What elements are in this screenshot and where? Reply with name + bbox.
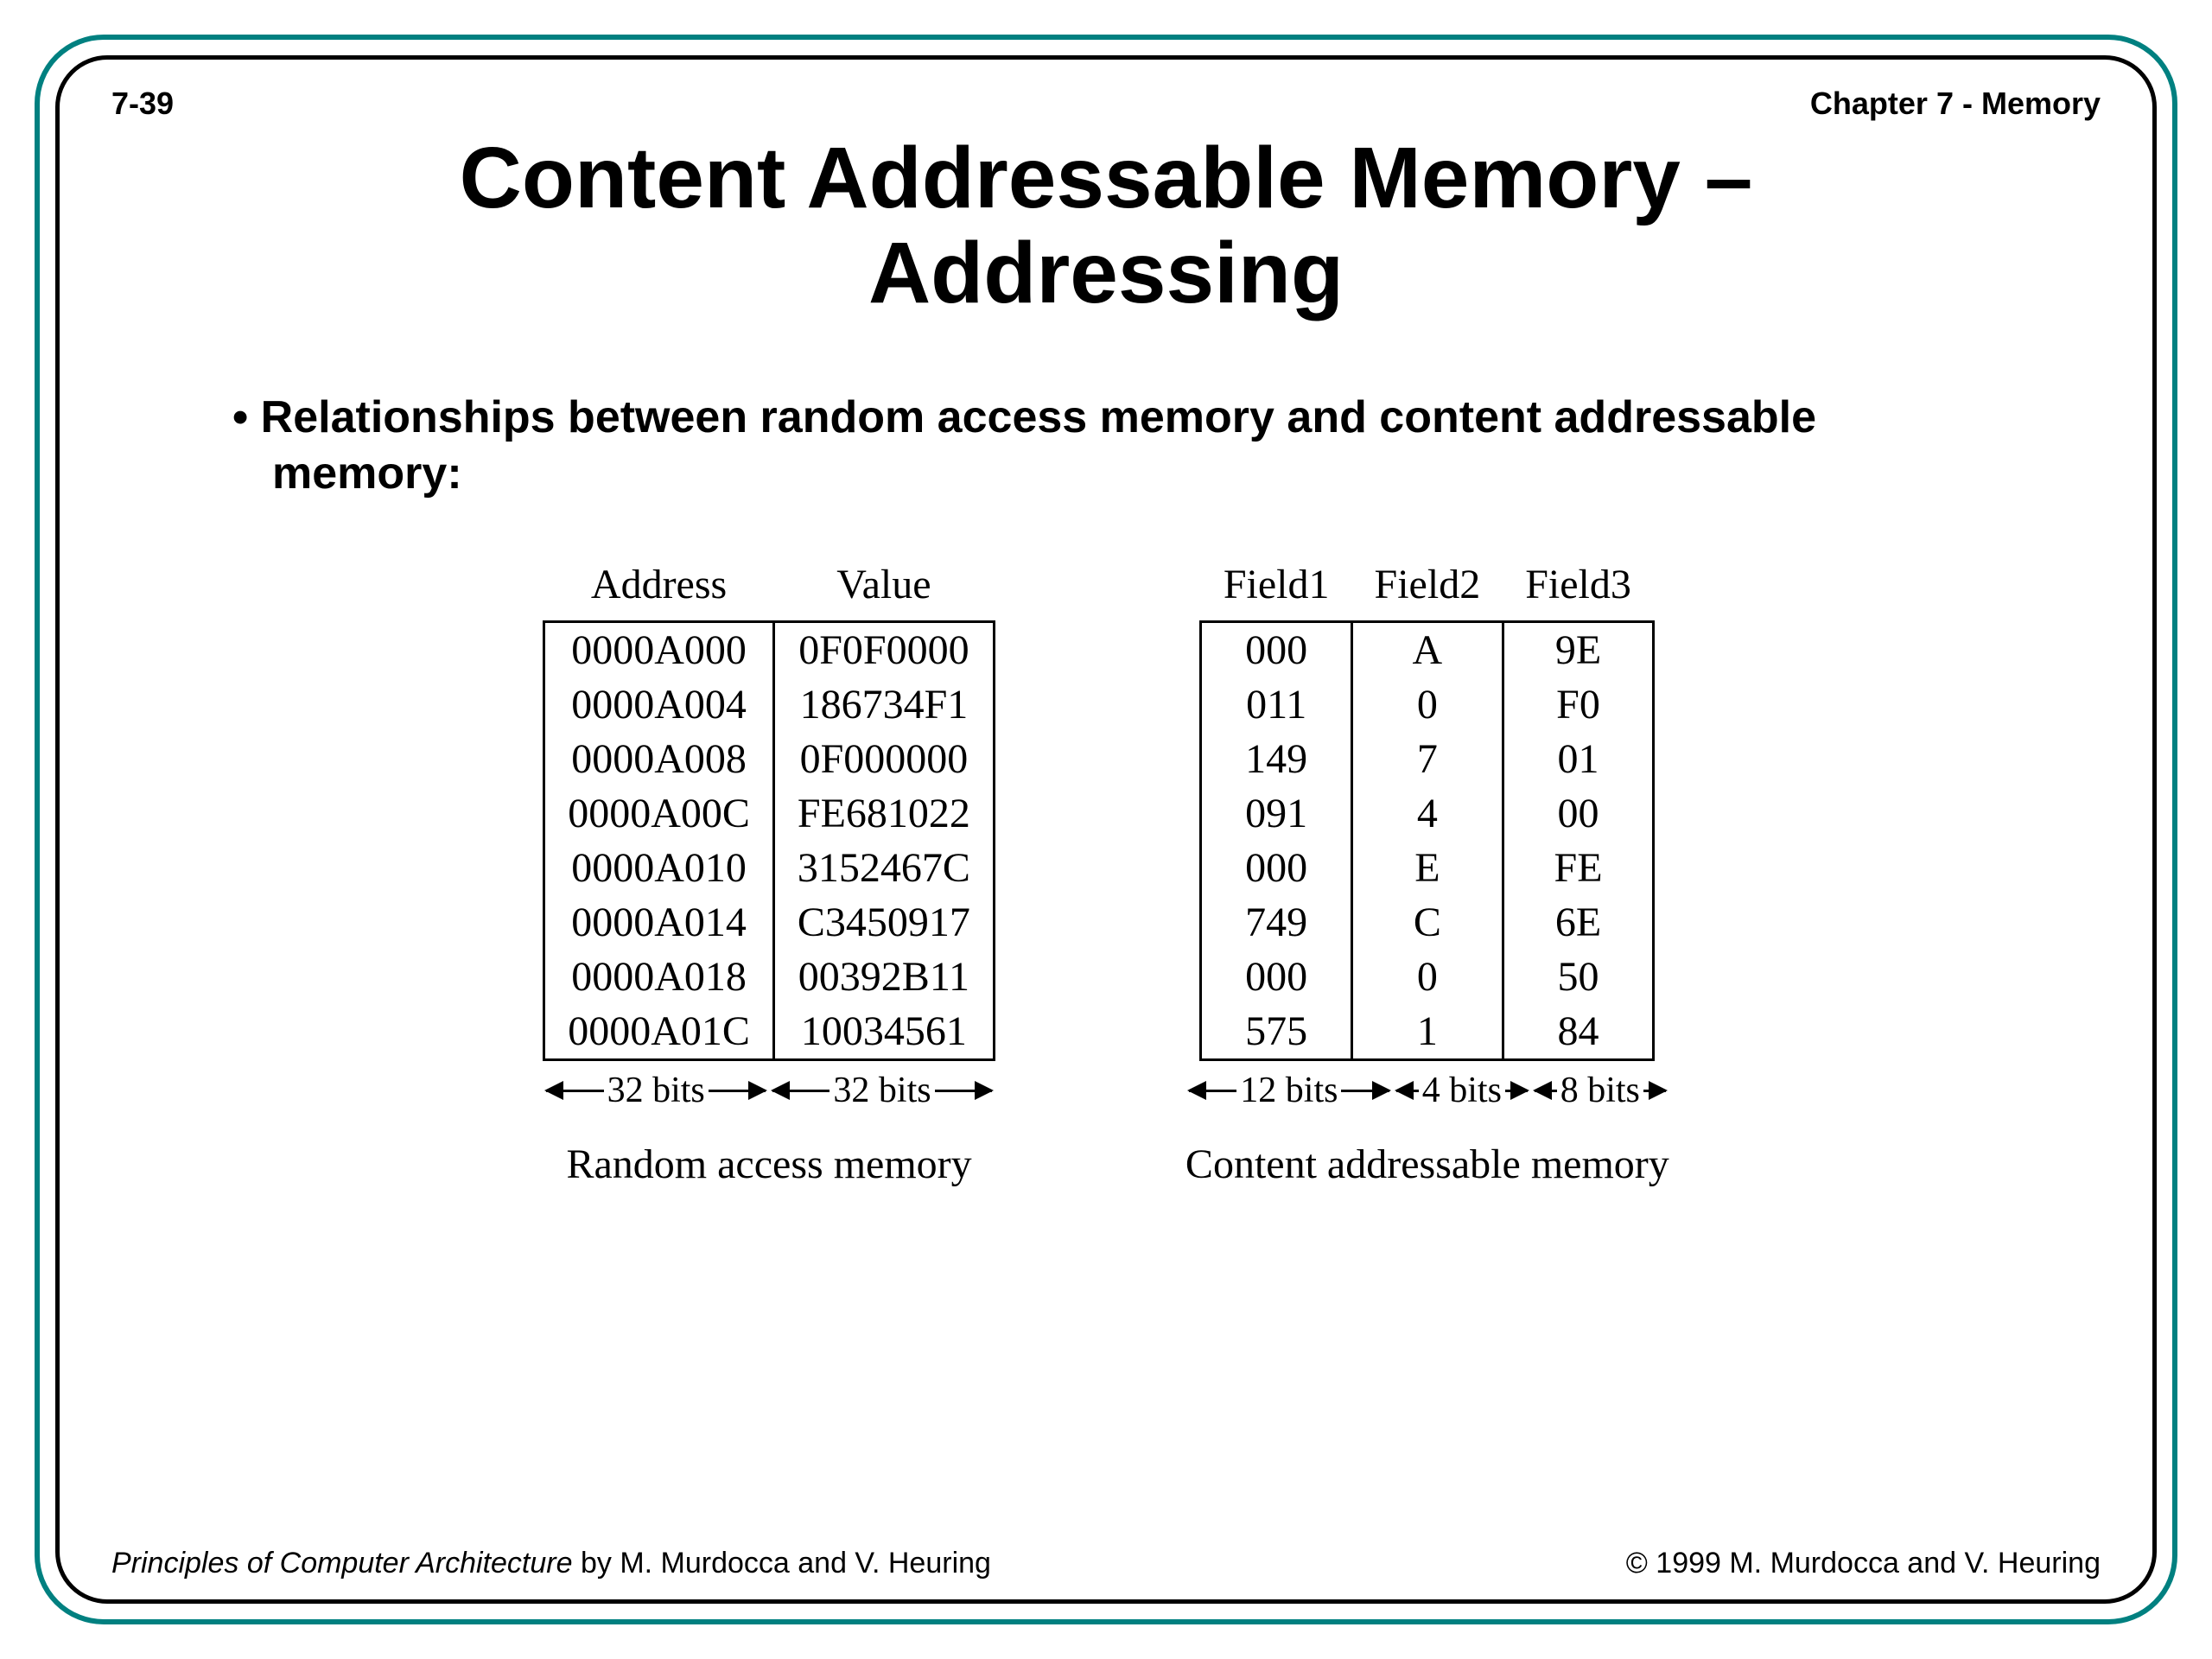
ram-addr-cell: 0000A01C <box>544 1004 774 1060</box>
chapter-label: Chapter 7 - Memory <box>1810 86 2101 122</box>
cam-f1-cell: 011 <box>1201 677 1352 732</box>
book-authors: by M. Murdocca and V. Heuring <box>573 1547 991 1580</box>
ram-addr-cell: 0000A018 <box>544 950 774 1004</box>
cam-header-row: Field1 Field2 Field3 <box>1201 554 1654 622</box>
cam-f3-cell: 6E <box>1503 895 1654 950</box>
ram-caption: Random access memory <box>566 1141 971 1188</box>
ram-addr-cell: 0000A000 <box>544 622 774 678</box>
ram-addr-cell: 0000A004 <box>544 677 774 732</box>
table-row: 0000A014C3450917 <box>544 895 995 950</box>
table-row: 575184 <box>1201 1004 1654 1060</box>
ram-val-cell: 00392B11 <box>773 950 994 1004</box>
cam-f1-cell: 000 <box>1201 622 1352 678</box>
ram-addr-cell: 0000A008 <box>544 732 774 786</box>
cam-f1-cell: 575 <box>1201 1004 1352 1060</box>
cam-f1-cell: 000 <box>1201 841 1352 895</box>
ram-table: Address Value 0000A0000F0F0000 0000A0041… <box>543 554 995 1061</box>
tables-container: Address Value 0000A0000F0F0000 0000A0041… <box>111 554 2101 1188</box>
table-row: 149701 <box>1201 732 1654 786</box>
cam-f3-cell: 9E <box>1503 622 1654 678</box>
ram-bits-row: 32 bits 32 bits <box>543 1066 995 1115</box>
slide-outer-border: 7-39 Chapter 7 - Memory Content Addressa… <box>35 35 2177 1624</box>
cam-f2-cell: A <box>1352 622 1503 678</box>
title-line-2: Addressing <box>111 226 2101 321</box>
cam-f2-cell: 0 <box>1352 677 1503 732</box>
cam-f3-cell: 00 <box>1503 786 1654 841</box>
cam-f1-cell: 749 <box>1201 895 1352 950</box>
ram-addr-cell: 0000A014 <box>544 895 774 950</box>
cam-header-field3: Field3 <box>1503 554 1654 622</box>
ram-header-address: Address <box>544 554 774 622</box>
cam-table: Field1 Field2 Field3 000A9E 0110F0 14970… <box>1199 554 1655 1061</box>
ram-val-cell: 186734F1 <box>773 677 994 732</box>
cam-f3-cell: 50 <box>1503 950 1654 1004</box>
ram-bits-value: 32 bits <box>769 1066 995 1115</box>
ram-header-row: Address Value <box>544 554 995 622</box>
slide-inner-border: 7-39 Chapter 7 - Memory Content Addressa… <box>55 55 2157 1604</box>
cam-header-field1: Field1 <box>1201 554 1352 622</box>
cam-f2-cell: 1 <box>1352 1004 1503 1060</box>
cam-bits-field1: 12 bits <box>1185 1066 1393 1115</box>
table-row: 0000A004186734F1 <box>544 677 995 732</box>
ram-addr-cell: 0000A010 <box>544 841 774 895</box>
ram-val-cell: 3152467C <box>773 841 994 895</box>
ram-val-cell: C3450917 <box>773 895 994 950</box>
table-row: 000050 <box>1201 950 1654 1004</box>
table-row: 091400 <box>1201 786 1654 841</box>
cam-f2-cell: C <box>1352 895 1503 950</box>
cam-f1-cell: 000 <box>1201 950 1352 1004</box>
book-title: Principles of Computer Architecture <box>111 1547 573 1580</box>
cam-f1-cell: 091 <box>1201 786 1352 841</box>
bits-label: 12 bits <box>1240 1070 1338 1111</box>
bits-label: 32 bits <box>833 1070 931 1111</box>
ram-val-cell: 10034561 <box>773 1004 994 1060</box>
ram-header-value: Value <box>773 554 994 622</box>
cam-f3-cell: F0 <box>1503 677 1654 732</box>
cam-f2-cell: 7 <box>1352 732 1503 786</box>
cam-f2-cell: E <box>1352 841 1503 895</box>
table-row: 0000A0103152467C <box>544 841 995 895</box>
cam-f1-cell: 149 <box>1201 732 1352 786</box>
cam-block: Field1 Field2 Field3 000A9E 0110F0 14970… <box>1185 554 1669 1188</box>
table-row: 0000A0000F0F0000 <box>544 622 995 678</box>
table-row: 0000A0080F000000 <box>544 732 995 786</box>
header-row: 7-39 Chapter 7 - Memory <box>111 86 2101 122</box>
ram-val-cell: 0F0F0000 <box>773 622 994 678</box>
bits-label: 32 bits <box>607 1070 705 1111</box>
cam-caption: Content addressable memory <box>1185 1141 1669 1188</box>
table-row: 0110F0 <box>1201 677 1654 732</box>
page-number: 7-39 <box>111 86 174 122</box>
ram-block: Address Value 0000A0000F0F0000 0000A0041… <box>543 554 995 1188</box>
table-row: 000EFE <box>1201 841 1654 895</box>
footer-copyright: © 1999 M. Murdocca and V. Heuring <box>1626 1547 2101 1580</box>
cam-f3-cell: FE <box>1503 841 1654 895</box>
table-row: 749C6E <box>1201 895 1654 950</box>
ram-val-cell: FE681022 <box>773 786 994 841</box>
cam-f3-cell: 84 <box>1503 1004 1654 1060</box>
cam-f2-cell: 4 <box>1352 786 1503 841</box>
ram-addr-cell: 0000A00C <box>544 786 774 841</box>
title-line-1: Content Addressable Memory – <box>111 130 2101 226</box>
cam-f2-cell: 0 <box>1352 950 1503 1004</box>
cam-bits-field3: 8 bits <box>1531 1066 1669 1115</box>
table-row: 000A9E <box>1201 622 1654 678</box>
cam-f3-cell: 01 <box>1503 732 1654 786</box>
cam-bits-field2: 4 bits <box>1393 1066 1531 1115</box>
footer-row: Principles of Computer Architecture by M… <box>111 1547 2101 1580</box>
bits-label: 4 bits <box>1422 1070 1502 1111</box>
table-row: 0000A00CFE681022 <box>544 786 995 841</box>
bullet-point: Relationships between random access memo… <box>232 390 1961 502</box>
slide-title: Content Addressable Memory – Addressing <box>111 130 2101 321</box>
bits-label: 8 bits <box>1560 1070 1640 1111</box>
cam-bits-row: 12 bits 4 bits 8 bits <box>1185 1066 1669 1115</box>
cam-header-field2: Field2 <box>1352 554 1503 622</box>
table-row: 0000A01800392B11 <box>544 950 995 1004</box>
table-row: 0000A01C10034561 <box>544 1004 995 1060</box>
ram-val-cell: 0F000000 <box>773 732 994 786</box>
footer-book: Principles of Computer Architecture by M… <box>111 1547 991 1580</box>
ram-bits-address: 32 bits <box>543 1066 769 1115</box>
